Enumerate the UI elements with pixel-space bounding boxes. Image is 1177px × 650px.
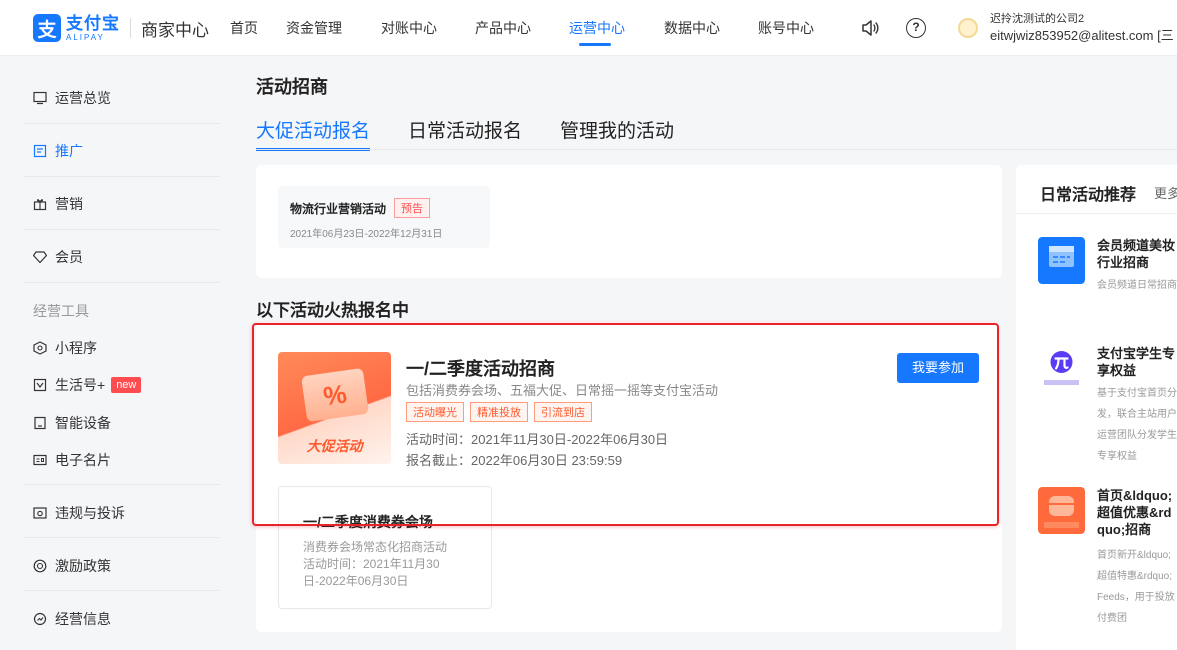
nav-data[interactable]: 数据中心 [664, 0, 720, 56]
sidebar-item-label: 会员 [55, 249, 83, 265]
nav-account[interactable]: 账号中心 [758, 0, 814, 56]
sidebar-item-label: 电子名片 [55, 452, 111, 468]
hot-deal-icon [1038, 487, 1085, 534]
recommendation-title: 首页&ldquo;超值优惠&rdquo;招商 [1097, 488, 1173, 537]
sidebar-item-overview[interactable]: 运营总览 [33, 88, 111, 108]
preview-activity-title: 物流行业营销活动 [290, 201, 387, 216]
nav-operations[interactable]: 运营中心 [569, 0, 625, 56]
preview-activity-item[interactable]: 物流行业营销活动 预告 2021年06月23日-2022年12月31日 [278, 186, 490, 248]
recommendation-item[interactable]: 会员频道美妆行业招商 会员频道日常招商 [1038, 237, 1177, 327]
tab-promo-signup[interactable]: 大促活动报名 [256, 116, 371, 151]
sidebar-item-label: 经营信息 [55, 611, 111, 627]
sidebar-divider [24, 282, 220, 283]
sub-activity-time: 活动时间：2021年11月30日-2022年06月30日 [303, 557, 440, 588]
promotion-icon [33, 144, 47, 158]
highlight-box [252, 323, 999, 526]
student-pi-icon [1038, 345, 1085, 392]
tab-daily-signup[interactable]: 日常活动报名 [408, 116, 522, 150]
sidebar-item-incentives[interactable]: 激励政策 [33, 556, 111, 576]
logo-divider [130, 18, 131, 38]
sidebar-item-lifeaccount[interactable]: 生活号+ new [33, 375, 142, 395]
sidebar: 运营总览 推广 营销 会员 经营工具 小程序 生活号+ new 智能设备 电子名… [0, 57, 232, 650]
business-info-icon [33, 612, 47, 626]
sidebar-divider [24, 590, 220, 591]
page-title: 活动招商 [256, 77, 328, 97]
help-icon[interactable]: ? [906, 18, 926, 38]
sidebar-item-label: 生活号+ [55, 377, 106, 393]
sidebar-item-businesscard[interactable]: 电子名片 [33, 450, 111, 470]
nav-home[interactable]: 首页 [230, 0, 258, 56]
sidebar-item-label: 营销 [55, 196, 83, 212]
sidebar-item-businessinfo[interactable]: 经营信息 [33, 609, 111, 629]
sidebar-item-label: 智能设备 [55, 415, 111, 431]
sub-activity-description: 消费券会场常态化招商活动 [303, 540, 448, 554]
alipay-logo[interactable]: 支 支付宝 ALIPAY 商家中心 [33, 13, 209, 43]
panel-divider [1016, 213, 1177, 214]
device-icon [34, 416, 46, 430]
merchant-center-label: 商家中心 [141, 20, 209, 40]
more-link[interactable]: 更多 [1154, 183, 1177, 202]
sidebar-divider [24, 176, 220, 177]
panel-title: 日常活动推荐 [1040, 187, 1137, 204]
life-account-icon [33, 378, 47, 392]
logo-text-en: ALIPAY [66, 32, 105, 42]
recommendation-description: 首页新开&ldquo;超值特惠&rdquo;Feeds，用于投放付费团 [1097, 550, 1175, 624]
section-title: 以下活动火热报名中 [256, 301, 409, 320]
calendar-icon [1038, 237, 1085, 284]
sidebar-item-label: 运营总览 [55, 90, 111, 106]
business-card-icon [33, 454, 47, 466]
sidebar-group-label: 经营工具 [33, 303, 89, 319]
sidebar-item-label: 推广 [55, 143, 83, 159]
avatar[interactable] [958, 18, 978, 38]
diamond-icon [33, 251, 47, 264]
miniprogram-icon [33, 341, 47, 355]
sidebar-item-miniprogram[interactable]: 小程序 [33, 338, 97, 358]
sidebar-item-label: 违规与投诉 [55, 505, 125, 521]
incentive-icon [33, 559, 47, 573]
sidebar-item-label: 激励政策 [55, 558, 111, 574]
monitor-icon [33, 91, 47, 105]
recommendation-item[interactable]: 首页&ldquo;超值优惠&rdquo;招商 首页新开&ldquo;超值特惠&r… [1038, 487, 1177, 650]
sidebar-divider [24, 229, 220, 230]
sidebar-divider [24, 484, 220, 485]
nav-funds[interactable]: 资金管理 [286, 0, 342, 56]
daily-recommendations-panel: 日常活动推荐 更多 会员频道美妆行业招商 会员频道日常招商 支付宝学生专享权益 … [1016, 165, 1177, 650]
sidebar-divider [24, 123, 220, 124]
recommendation-title: 会员频道美妆行业招商 [1097, 238, 1176, 270]
new-badge: new [111, 377, 142, 393]
violation-icon [33, 507, 47, 519]
sidebar-item-promotion[interactable]: 推广 [33, 141, 83, 161]
preview-tag: 预告 [394, 198, 431, 218]
account-email: eitwjwiz853952@alitest.com [三 [990, 28, 1174, 43]
top-navigation-bar: 支 支付宝 ALIPAY 商家中心 首页 资金管理 对账中心 产品中心 运营中心… [0, 0, 1177, 56]
sidebar-item-marketing[interactable]: 营销 [33, 194, 83, 214]
recommendation-item[interactable]: 支付宝学生专享权益 基于支付宝首页分发，联合主站用户运营团队分发学生专享权益 [1038, 345, 1177, 465]
sidebar-item-devices[interactable]: 智能设备 [33, 413, 111, 433]
tabs-divider [256, 149, 1177, 150]
recommendation-description: 基于支付宝首页分发，联合主站用户运营团队分发学生专享权益 [1097, 388, 1177, 462]
activity-tabs: 大促活动报名 日常活动报名 管理我的活动 [256, 116, 712, 151]
preview-activity-date: 2021年06月23日-2022年12月31日 [290, 229, 443, 240]
recommendation-title: 支付宝学生专享权益 [1097, 346, 1176, 378]
recommendation-description: 会员频道日常招商 [1097, 280, 1177, 291]
logo-text-cn: 支付宝 [66, 13, 120, 33]
sidebar-item-label: 小程序 [55, 340, 97, 356]
account-name: 迟拎沈测试的公司2 [990, 13, 1085, 25]
nav-reconciliation[interactable]: 对账中心 [381, 0, 437, 56]
nav-products[interactable]: 产品中心 [475, 0, 531, 56]
alipay-logo-icon: 支 [33, 14, 61, 42]
tab-manage-activities[interactable]: 管理我的活动 [560, 116, 674, 150]
speaker-icon[interactable] [860, 18, 880, 38]
gift-icon [33, 199, 47, 211]
sidebar-item-members[interactable]: 会员 [33, 247, 83, 267]
account-info[interactable]: 迟拎沈测试的公司2 eitwjwiz853952@alitest.com [三 [990, 12, 1177, 44]
main-nav: 首页 资金管理 对账中心 产品中心 运营中心 数据中心 账号中心 [218, 0, 828, 56]
sidebar-divider [24, 537, 220, 538]
sidebar-item-violations[interactable]: 违规与投诉 [33, 503, 125, 523]
